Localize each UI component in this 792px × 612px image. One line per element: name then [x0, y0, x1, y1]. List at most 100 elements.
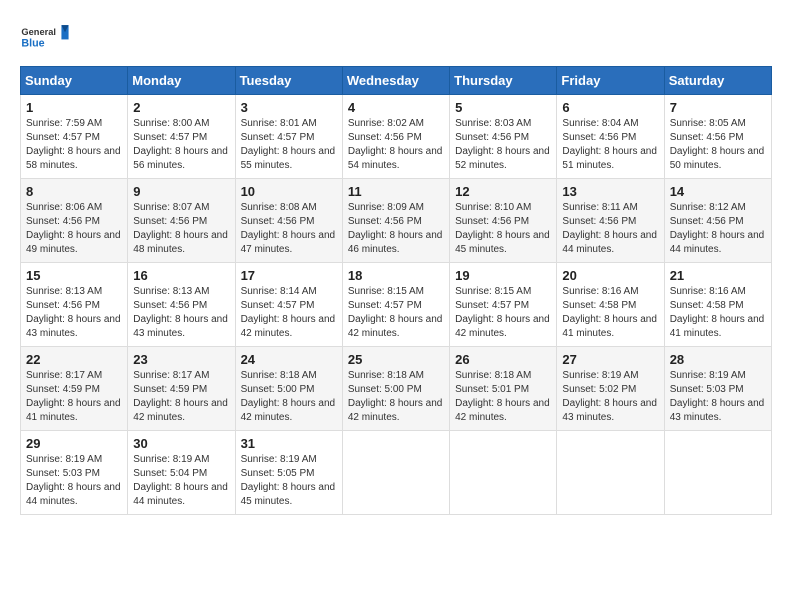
- sunset-label: Sunset: 5:04 PM: [133, 468, 207, 479]
- day-info: Sunrise: 8:11 AM Sunset: 4:56 PM Dayligh…: [562, 201, 658, 257]
- day-number: 21: [670, 268, 766, 283]
- daylight-label: Daylight: 8 hours and 41 minutes.: [670, 314, 765, 339]
- daylight-label: Daylight: 8 hours and 52 minutes.: [455, 146, 550, 171]
- sunrise-label: Sunrise: 8:03 AM: [455, 118, 531, 129]
- calendar-day-cell: 29 Sunrise: 8:19 AM Sunset: 5:03 PM Dayl…: [21, 431, 128, 515]
- calendar-day-cell: 31 Sunrise: 8:19 AM Sunset: 5:05 PM Dayl…: [235, 431, 342, 515]
- day-number: 7: [670, 100, 766, 115]
- calendar-table: SundayMondayTuesdayWednesdayThursdayFrid…: [20, 66, 772, 515]
- sunset-label: Sunset: 4:58 PM: [562, 300, 636, 311]
- calendar-day-cell: [342, 431, 449, 515]
- day-info: Sunrise: 8:19 AM Sunset: 5:02 PM Dayligh…: [562, 369, 658, 425]
- day-number: 20: [562, 268, 658, 283]
- calendar-day-cell: 16 Sunrise: 8:13 AM Sunset: 4:56 PM Dayl…: [128, 263, 235, 347]
- logo-svg: General Blue: [20, 20, 70, 56]
- day-info: Sunrise: 8:13 AM Sunset: 4:56 PM Dayligh…: [26, 285, 122, 341]
- sunrise-label: Sunrise: 8:10 AM: [455, 202, 531, 213]
- day-number: 3: [241, 100, 337, 115]
- day-number: 17: [241, 268, 337, 283]
- sunset-label: Sunset: 5:00 PM: [348, 384, 422, 395]
- daylight-label: Daylight: 8 hours and 41 minutes.: [562, 314, 657, 339]
- calendar-day-cell: 8 Sunrise: 8:06 AM Sunset: 4:56 PM Dayli…: [21, 179, 128, 263]
- sunrise-label: Sunrise: 8:18 AM: [348, 370, 424, 381]
- sunrise-label: Sunrise: 8:16 AM: [562, 286, 638, 297]
- day-info: Sunrise: 8:14 AM Sunset: 4:57 PM Dayligh…: [241, 285, 337, 341]
- day-info: Sunrise: 8:05 AM Sunset: 4:56 PM Dayligh…: [670, 117, 766, 173]
- calendar-day-cell: 2 Sunrise: 8:00 AM Sunset: 4:57 PM Dayli…: [128, 95, 235, 179]
- daylight-label: Daylight: 8 hours and 51 minutes.: [562, 146, 657, 171]
- day-number: 5: [455, 100, 551, 115]
- day-number: 23: [133, 352, 229, 367]
- calendar-week-row: 29 Sunrise: 8:19 AM Sunset: 5:03 PM Dayl…: [21, 431, 772, 515]
- day-info: Sunrise: 8:02 AM Sunset: 4:56 PM Dayligh…: [348, 117, 444, 173]
- sunrise-label: Sunrise: 7:59 AM: [26, 118, 102, 129]
- sunset-label: Sunset: 4:56 PM: [348, 132, 422, 143]
- day-number: 15: [26, 268, 122, 283]
- day-number: 24: [241, 352, 337, 367]
- daylight-label: Daylight: 8 hours and 49 minutes.: [26, 230, 121, 255]
- sunrise-label: Sunrise: 8:09 AM: [348, 202, 424, 213]
- calendar-day-cell: 15 Sunrise: 8:13 AM Sunset: 4:56 PM Dayl…: [21, 263, 128, 347]
- daylight-label: Daylight: 8 hours and 44 minutes.: [670, 230, 765, 255]
- daylight-label: Daylight: 8 hours and 46 minutes.: [348, 230, 443, 255]
- daylight-label: Daylight: 8 hours and 43 minutes.: [26, 314, 121, 339]
- daylight-label: Daylight: 8 hours and 44 minutes.: [562, 230, 657, 255]
- daylight-label: Daylight: 8 hours and 42 minutes.: [133, 398, 228, 423]
- daylight-label: Daylight: 8 hours and 42 minutes.: [455, 398, 550, 423]
- calendar-week-row: 8 Sunrise: 8:06 AM Sunset: 4:56 PM Dayli…: [21, 179, 772, 263]
- calendar-day-cell: 5 Sunrise: 8:03 AM Sunset: 4:56 PM Dayli…: [450, 95, 557, 179]
- day-number: 18: [348, 268, 444, 283]
- sunset-label: Sunset: 4:57 PM: [26, 132, 100, 143]
- calendar-day-cell: 4 Sunrise: 8:02 AM Sunset: 4:56 PM Dayli…: [342, 95, 449, 179]
- calendar-week-row: 1 Sunrise: 7:59 AM Sunset: 4:57 PM Dayli…: [21, 95, 772, 179]
- sunset-label: Sunset: 4:57 PM: [348, 300, 422, 311]
- day-number: 10: [241, 184, 337, 199]
- calendar-day-cell: 20 Sunrise: 8:16 AM Sunset: 4:58 PM Dayl…: [557, 263, 664, 347]
- calendar-day-cell: 3 Sunrise: 8:01 AM Sunset: 4:57 PM Dayli…: [235, 95, 342, 179]
- day-info: Sunrise: 8:03 AM Sunset: 4:56 PM Dayligh…: [455, 117, 551, 173]
- day-of-week-header: Thursday: [450, 67, 557, 95]
- daylight-label: Daylight: 8 hours and 42 minutes.: [241, 314, 336, 339]
- day-of-week-header: Tuesday: [235, 67, 342, 95]
- day-info: Sunrise: 8:13 AM Sunset: 4:56 PM Dayligh…: [133, 285, 229, 341]
- sunset-label: Sunset: 4:57 PM: [455, 300, 529, 311]
- day-info: Sunrise: 8:18 AM Sunset: 5:00 PM Dayligh…: [241, 369, 337, 425]
- daylight-label: Daylight: 8 hours and 58 minutes.: [26, 146, 121, 171]
- day-number: 14: [670, 184, 766, 199]
- calendar-header-row: SundayMondayTuesdayWednesdayThursdayFrid…: [21, 67, 772, 95]
- day-number: 12: [455, 184, 551, 199]
- sunrise-label: Sunrise: 8:15 AM: [348, 286, 424, 297]
- daylight-label: Daylight: 8 hours and 48 minutes.: [133, 230, 228, 255]
- calendar-day-cell: 12 Sunrise: 8:10 AM Sunset: 4:56 PM Dayl…: [450, 179, 557, 263]
- day-number: 31: [241, 436, 337, 451]
- day-info: Sunrise: 8:16 AM Sunset: 4:58 PM Dayligh…: [562, 285, 658, 341]
- sunset-label: Sunset: 4:56 PM: [26, 300, 100, 311]
- daylight-label: Daylight: 8 hours and 55 minutes.: [241, 146, 336, 171]
- sunset-label: Sunset: 5:03 PM: [670, 384, 744, 395]
- sunset-label: Sunset: 4:56 PM: [241, 216, 315, 227]
- day-number: 26: [455, 352, 551, 367]
- day-info: Sunrise: 8:09 AM Sunset: 4:56 PM Dayligh…: [348, 201, 444, 257]
- day-number: 11: [348, 184, 444, 199]
- day-number: 1: [26, 100, 122, 115]
- daylight-label: Daylight: 8 hours and 44 minutes.: [26, 482, 121, 507]
- sunset-label: Sunset: 5:01 PM: [455, 384, 529, 395]
- sunrise-label: Sunrise: 8:14 AM: [241, 286, 317, 297]
- sunrise-label: Sunrise: 8:01 AM: [241, 118, 317, 129]
- daylight-label: Daylight: 8 hours and 42 minutes.: [455, 314, 550, 339]
- day-info: Sunrise: 8:08 AM Sunset: 4:56 PM Dayligh…: [241, 201, 337, 257]
- sunset-label: Sunset: 4:59 PM: [26, 384, 100, 395]
- sunset-label: Sunset: 5:02 PM: [562, 384, 636, 395]
- day-info: Sunrise: 8:04 AM Sunset: 4:56 PM Dayligh…: [562, 117, 658, 173]
- sunrise-label: Sunrise: 8:02 AM: [348, 118, 424, 129]
- sunset-label: Sunset: 4:56 PM: [562, 216, 636, 227]
- day-info: Sunrise: 8:19 AM Sunset: 5:05 PM Dayligh…: [241, 453, 337, 509]
- calendar-day-cell: 13 Sunrise: 8:11 AM Sunset: 4:56 PM Dayl…: [557, 179, 664, 263]
- daylight-label: Daylight: 8 hours and 43 minutes.: [670, 398, 765, 423]
- day-info: Sunrise: 8:18 AM Sunset: 5:01 PM Dayligh…: [455, 369, 551, 425]
- day-number: 25: [348, 352, 444, 367]
- day-info: Sunrise: 8:18 AM Sunset: 5:00 PM Dayligh…: [348, 369, 444, 425]
- daylight-label: Daylight: 8 hours and 43 minutes.: [562, 398, 657, 423]
- sunrise-label: Sunrise: 8:06 AM: [26, 202, 102, 213]
- calendar-day-cell: 24 Sunrise: 8:18 AM Sunset: 5:00 PM Dayl…: [235, 347, 342, 431]
